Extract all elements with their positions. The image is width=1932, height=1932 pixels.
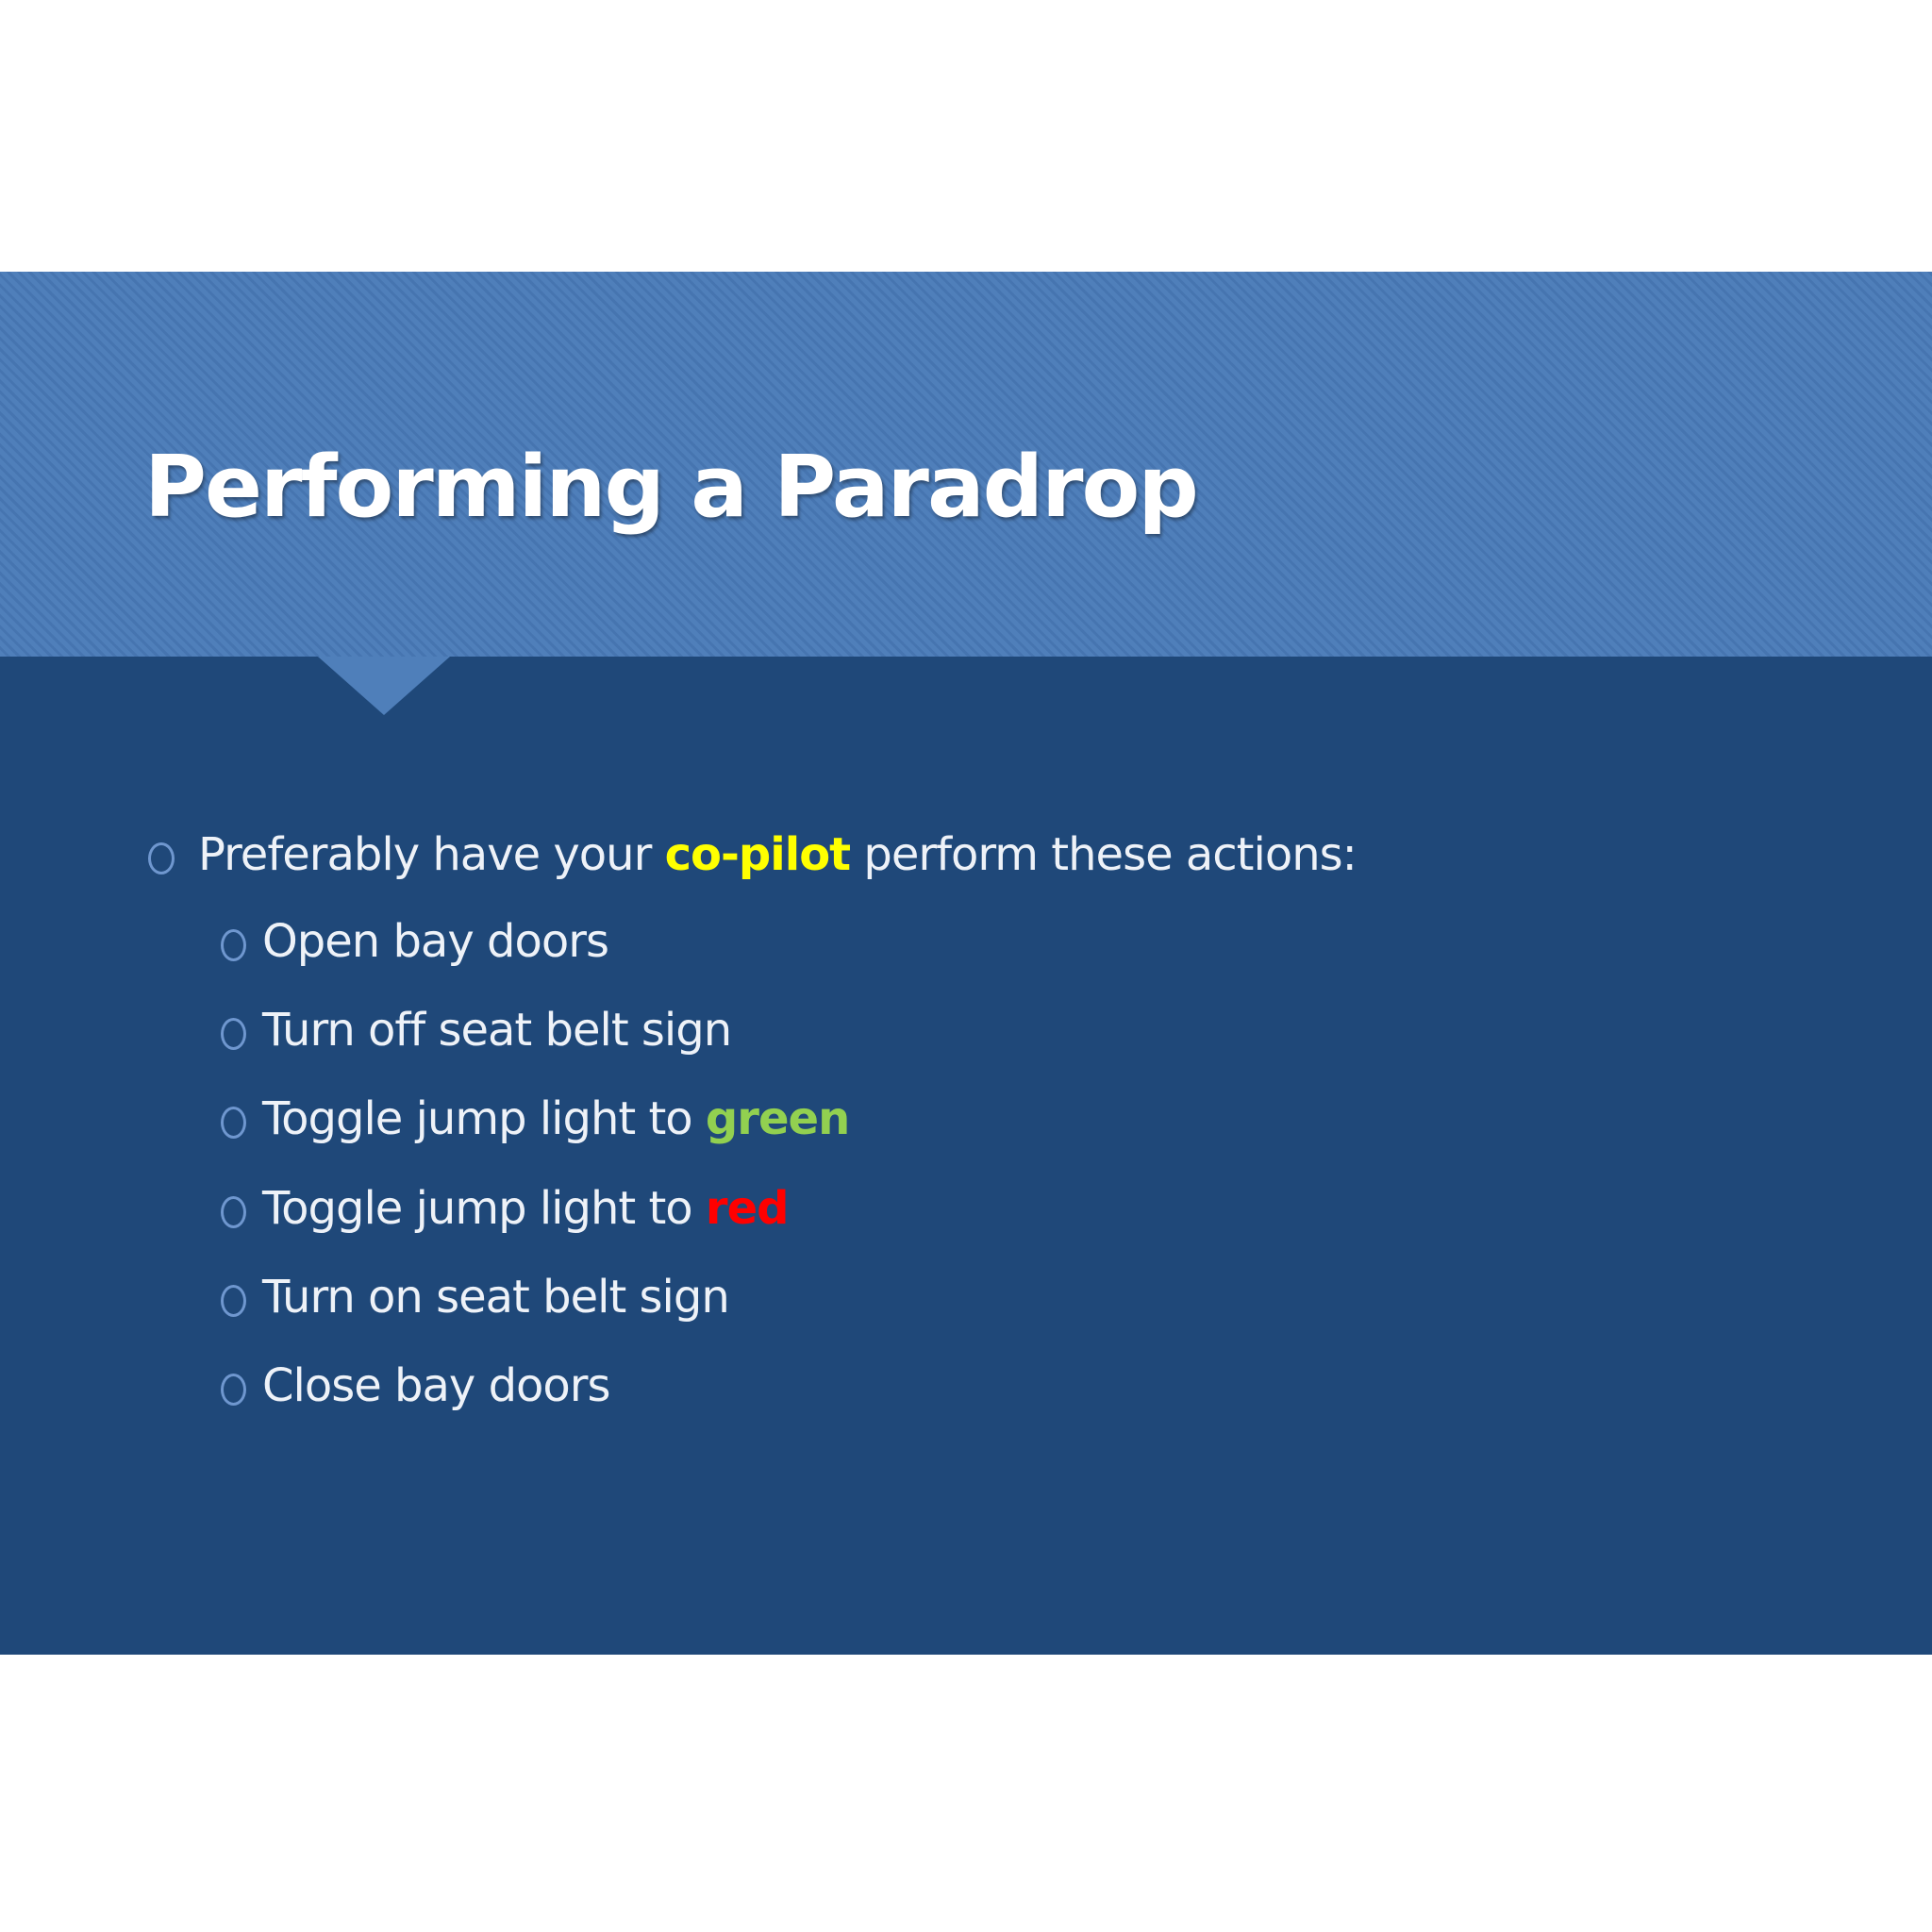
sub-bullet-turn-on-seat-belt-sign: Turn on seat belt sign [221,1271,730,1324]
circle-bullet-icon [221,1107,246,1139]
main-bullet: Preferably have your co-pilot perform th… [148,828,1357,881]
sub-bullet-text: Toggle jump light to [262,1092,706,1145]
circle-bullet-icon [221,1374,246,1406]
slide: Performing a Paradrop Preferably have yo… [0,272,1932,1655]
circle-bullet-icon [221,929,246,961]
main-bullet-highlight: co-pilot [664,828,852,881]
sub-bullet-text: Close bay doors [262,1359,611,1412]
sub-bullet-toggle-jump-light-green: Toggle jump light to green [221,1092,850,1145]
bullet-list: Preferably have your co-pilot perform th… [0,272,1932,1655]
sub-bullet-text: Toggle jump light to [262,1182,706,1235]
circle-bullet-icon [148,842,175,874]
circle-bullet-icon [221,1285,246,1317]
sub-bullet-text: Open bay doors [262,915,609,968]
sub-bullet-highlight-green: green [705,1092,850,1145]
circle-bullet-icon [221,1196,246,1228]
sub-bullet-close-bay-doors: Close bay doors [221,1359,611,1412]
sub-bullet-toggle-jump-light-red: Toggle jump light to red [221,1182,790,1235]
circle-bullet-icon [221,1018,246,1050]
sub-bullet-text: Turn off seat belt sign [262,1004,732,1057]
sub-bullet-turn-off-seat-belt-sign: Turn off seat belt sign [221,1004,732,1057]
main-bullet-text-before: Preferably have your [198,828,665,881]
sub-bullet-text: Turn on seat belt sign [262,1271,730,1324]
sub-bullet-open-bay-doors: Open bay doors [221,915,609,968]
sub-bullet-highlight-red: red [705,1182,790,1235]
main-bullet-text-after: perform these actions: [850,828,1357,881]
